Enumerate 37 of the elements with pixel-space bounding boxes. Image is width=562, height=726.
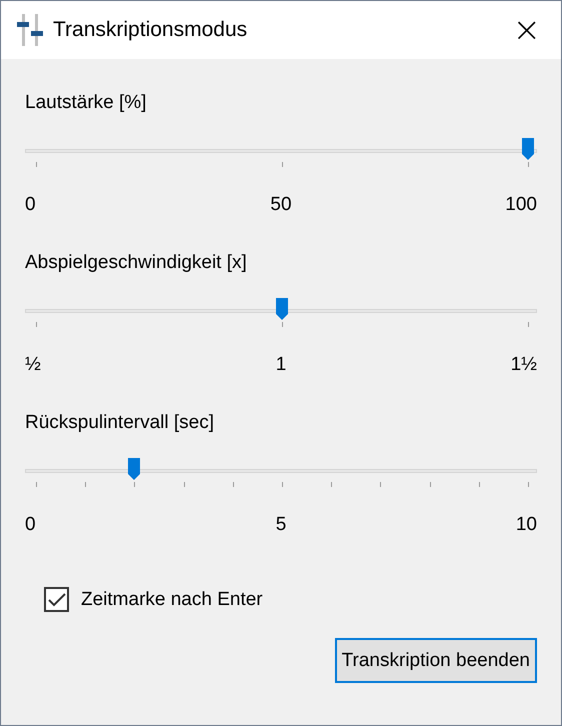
end-transcription-button[interactable]: Transkription beenden	[334, 638, 537, 683]
tick-mark	[528, 322, 529, 327]
slider-label: Lautstärke [%]	[25, 92, 148, 115]
tick-mark	[232, 482, 234, 487]
tick-mark	[36, 322, 37, 327]
slider-thumb[interactable]	[128, 458, 140, 480]
slider-label: Rückspulintervall [sec]	[25, 412, 216, 435]
slider-thumb[interactable]	[276, 298, 288, 320]
scale-label: 50	[270, 194, 292, 216]
scale-label: 100	[505, 194, 537, 216]
tick-mark	[184, 482, 185, 487]
tick-mark	[528, 482, 529, 487]
scale-label: 5	[276, 514, 286, 536]
scale-label: ½	[25, 354, 41, 376]
tick-mark	[528, 162, 529, 167]
checkbox-label: Zeitmarke nach Enter	[81, 588, 263, 610]
scale-label: 0	[25, 514, 36, 536]
scale-label: 0	[25, 194, 36, 216]
scale-label: 1½	[510, 354, 537, 376]
tick-mark	[380, 482, 382, 487]
slider-label: Abspielgeschwindigkeit [x]	[25, 252, 248, 275]
tick-mark	[282, 322, 283, 327]
close-button[interactable]: ×	[508, 13, 545, 47]
tick-mark	[478, 482, 480, 487]
window-title: Transkriptionsmodus	[53, 18, 248, 42]
tick-mark	[85, 482, 86, 487]
scale-label: 10	[516, 514, 537, 536]
tick-mark	[36, 162, 37, 167]
scale-label: 1	[276, 354, 286, 376]
tick-mark	[134, 482, 136, 487]
tick-mark	[331, 482, 332, 487]
tick-mark	[282, 482, 283, 487]
tick-mark	[282, 162, 283, 167]
tick-mark	[36, 482, 37, 487]
checkbox[interactable]	[44, 587, 69, 612]
slider-thumb[interactable]	[522, 138, 534, 160]
tick-mark	[430, 482, 431, 487]
